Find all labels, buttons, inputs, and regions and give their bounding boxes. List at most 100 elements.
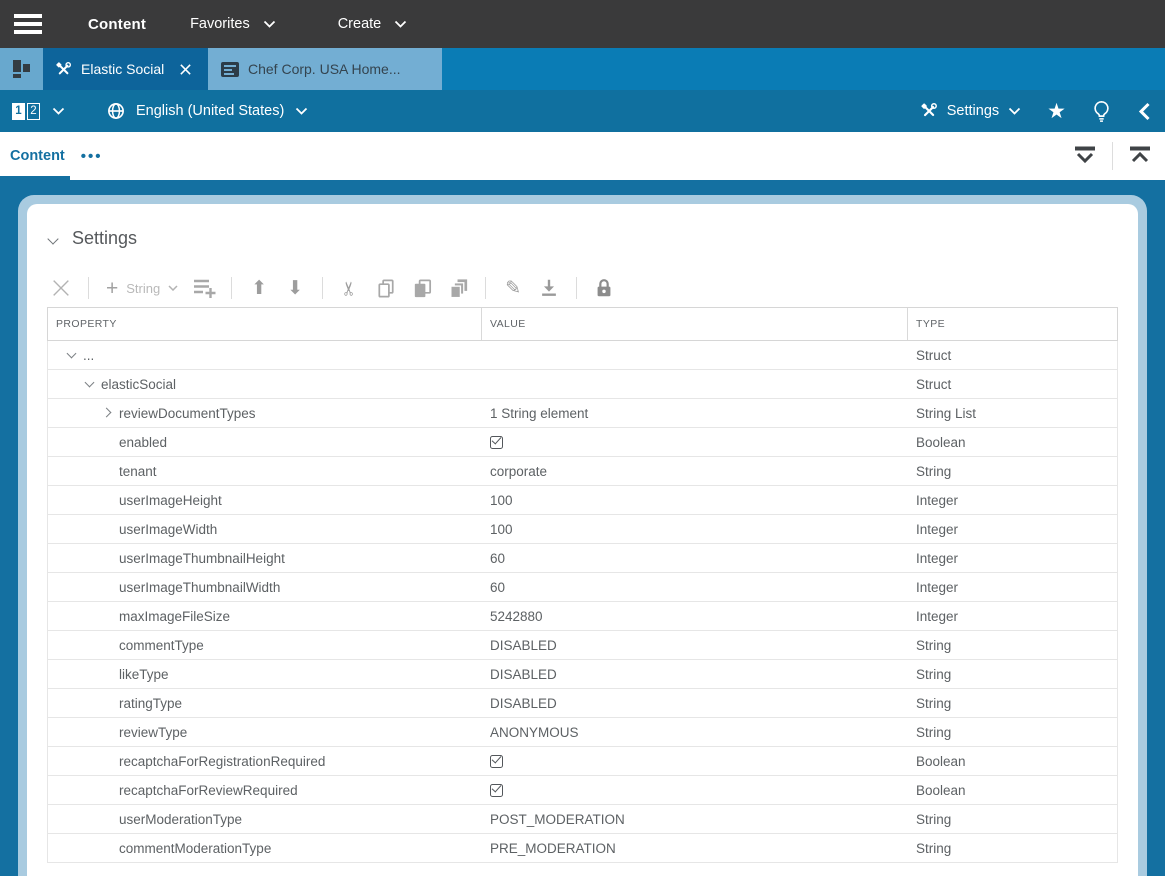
table-row[interactable]: ratingType DISABLED String <box>48 689 1117 718</box>
table-row[interactable]: userModerationType POST_MODERATION Strin… <box>48 805 1117 834</box>
add-struct-item-icon[interactable] <box>190 275 218 301</box>
value-cell: corporate <box>482 457 908 485</box>
table-row[interactable]: userImageHeight 100 Integer <box>48 486 1117 515</box>
value-cell: 100 <box>482 515 908 543</box>
table-row[interactable]: elasticSocial Struct <box>48 370 1117 399</box>
property-name: tenant <box>119 464 157 479</box>
collapse-section-chevron-icon[interactable] <box>47 235 59 243</box>
tab-content[interactable]: Content <box>10 148 65 164</box>
table-row[interactable]: likeType DISABLED String <box>48 660 1117 689</box>
settings-section-header[interactable]: Settings <box>47 204 1118 249</box>
table-row[interactable]: userImageThumbnailHeight 60 Integer <box>48 544 1117 573</box>
type-cell: Integer <box>908 573 1117 601</box>
value-text: POST_MODERATION <box>490 812 625 827</box>
value-text: DISABLED <box>490 667 557 682</box>
collapse-panel-up-icon[interactable] <box>1125 145 1155 167</box>
table-row[interactable]: maxImageFileSize 5242880 Integer <box>48 602 1117 631</box>
collapse-left-chevron-icon[interactable] <box>1137 102 1151 121</box>
column-header-value[interactable]: VALUE <box>482 308 908 340</box>
property-cell: recaptchaForRegistrationRequired <box>48 747 482 775</box>
table-row[interactable]: commentType DISABLED String <box>48 631 1117 660</box>
copy-icon[interactable] <box>372 275 400 301</box>
paste-icon[interactable] <box>408 275 436 301</box>
value-cell: DISABLED <box>482 660 908 688</box>
move-up-icon[interactable]: ⬆ <box>245 275 273 301</box>
divider <box>231 277 232 299</box>
expand-chevron-icon <box>101 639 119 651</box>
paste-special-icon[interactable] <box>444 275 472 301</box>
import-download-icon[interactable] <box>535 275 563 301</box>
table-row[interactable]: reviewType ANONYMOUS String <box>48 718 1117 747</box>
lightbulb-icon[interactable] <box>1092 100 1111 122</box>
property-name: commentModerationType <box>119 841 271 856</box>
create-menu[interactable]: Create <box>338 16 408 32</box>
settings-dropdown[interactable]: Settings <box>920 102 1021 120</box>
column-header-property[interactable]: PROPERTY <box>48 308 482 340</box>
value-text: PRE_MODERATION <box>490 841 616 856</box>
locale-selector[interactable]: English (United States) <box>107 102 308 120</box>
expand-chevron-icon <box>101 610 119 622</box>
document-toolbar: 1 2 English (United States) Settings <box>0 90 1165 132</box>
property-cell: userModerationType <box>48 805 482 833</box>
property-cell: elasticSocial <box>48 370 482 398</box>
property-name: recaptchaForReviewRequired <box>119 783 298 798</box>
expand-chevron-icon[interactable] <box>65 349 83 361</box>
bookmark-star-icon[interactable]: ★ <box>1047 101 1066 122</box>
tab-label: Chef Corp. USA Home... <box>248 61 401 77</box>
tab-elastic-social[interactable]: Elastic Social <box>43 48 208 90</box>
table-row[interactable]: ... Struct <box>48 341 1117 370</box>
add-property-button[interactable]: + String <box>102 278 182 299</box>
version-compare-icon[interactable]: 1 2 <box>12 103 40 120</box>
divider <box>576 277 577 299</box>
divider <box>485 277 486 299</box>
version-dropdown-chevron-icon[interactable] <box>52 107 65 115</box>
column-header-type[interactable]: TYPE <box>908 308 1117 340</box>
table-row[interactable]: recaptchaForReviewRequired Boolean <box>48 776 1117 805</box>
property-cell: reviewDocumentTypes <box>48 399 482 427</box>
table-row[interactable]: reviewDocumentTypes 1 String element Str… <box>48 399 1117 428</box>
checkbox-checked[interactable] <box>490 784 503 797</box>
more-tabs-dots-icon[interactable]: ••• <box>81 148 103 165</box>
divider <box>88 277 89 299</box>
expand-chevron-icon <box>101 842 119 854</box>
table-row[interactable]: commentModerationType PRE_MODERATION Str… <box>48 834 1117 863</box>
property-name: userImageThumbnailWidth <box>119 580 280 595</box>
type-cell: Integer <box>908 486 1117 514</box>
type-cell: String List <box>908 399 1117 427</box>
version-right: 2 <box>27 103 40 120</box>
expand-chevron-icon[interactable] <box>101 407 119 419</box>
edit-pencil-icon[interactable]: ✎ <box>499 275 527 301</box>
tab-chef-corp-home[interactable]: Chef Corp. USA Home... <box>208 48 442 90</box>
chevron-down-icon <box>1008 107 1021 115</box>
table-row[interactable]: userImageWidth 100 Integer <box>48 515 1117 544</box>
type-cell: String <box>908 660 1117 688</box>
close-tab-icon[interactable] <box>179 63 192 76</box>
value-cell: POST_MODERATION <box>482 805 908 833</box>
apps-dashboard-tab[interactable] <box>0 48 43 90</box>
checkbox-checked[interactable] <box>490 436 503 449</box>
type-cell: String <box>908 689 1117 717</box>
favorites-menu[interactable]: Favorites <box>190 16 276 32</box>
value-text: DISABLED <box>490 638 557 653</box>
move-down-icon[interactable]: ⬇ <box>281 275 309 301</box>
property-name: reviewDocumentTypes <box>119 406 256 421</box>
chevron-down-icon <box>394 20 407 28</box>
checkbox-checked[interactable] <box>490 755 503 768</box>
table-row[interactable]: tenant corporate String <box>48 457 1117 486</box>
expand-chevron-icon[interactable] <box>83 378 101 390</box>
content-app-title[interactable]: Content <box>88 16 146 33</box>
property-cell: ... <box>48 341 482 369</box>
property-cell: tenant <box>48 457 482 485</box>
globe-icon <box>107 102 125 120</box>
hamburger-menu-icon[interactable] <box>14 14 42 34</box>
expand-panel-down-icon[interactable] <box>1070 145 1100 167</box>
cut-icon[interactable]: ✂ <box>336 275 364 301</box>
expand-chevron-icon <box>101 465 119 477</box>
expand-chevron-icon <box>101 813 119 825</box>
chevron-down-icon <box>295 107 308 115</box>
value-cell: DISABLED <box>482 689 908 717</box>
table-row[interactable]: userImageThumbnailWidth 60 Integer <box>48 573 1117 602</box>
table-row[interactable]: enabled Boolean <box>48 428 1117 457</box>
table-row[interactable]: recaptchaForRegistrationRequired Boolean <box>48 747 1117 776</box>
remove-property-icon[interactable] <box>47 275 75 301</box>
